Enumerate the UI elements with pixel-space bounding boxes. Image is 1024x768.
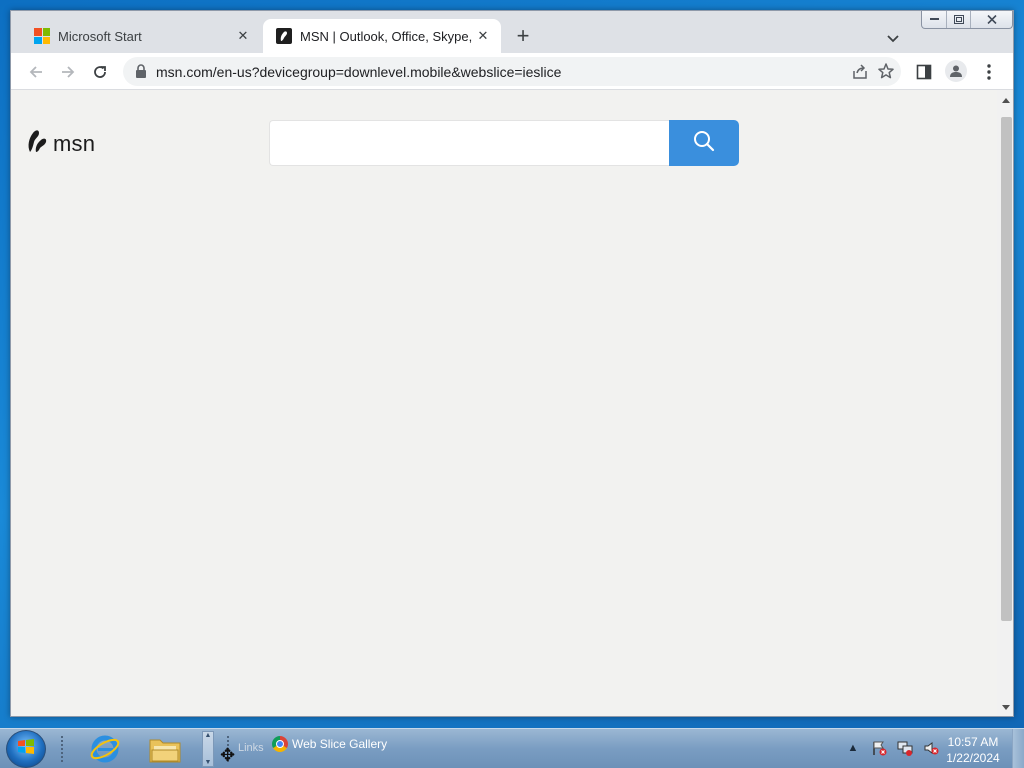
toolbar-scroll-buttons[interactable]: ▲ ▼ [202, 731, 214, 767]
menu-kebab-icon[interactable] [979, 62, 999, 82]
show-hidden-icons-icon[interactable]: ▲ [844, 739, 862, 757]
tab-title: MSN | Outlook, Office, Skype, Bing [300, 28, 475, 44]
taskbar-grip[interactable] [60, 735, 64, 763]
search-icon [693, 130, 715, 157]
close-tab-icon[interactable]: ✕ [475, 28, 491, 44]
clock-date: 1/22/2024 [946, 751, 1000, 765]
taskbar-clock[interactable]: 10:57 AM 1/22/2024 [940, 734, 1006, 766]
back-arrow-icon[interactable] [26, 62, 46, 82]
tab-msn[interactable]: MSN | Outlook, Office, Skype, Bing ✕ [263, 19, 501, 53]
scroll-up-icon[interactable] [1002, 98, 1010, 103]
windows-taskbar: ▲ ▼ ✥ Links Web Slice Gallery ▲ 10:57 AM… [0, 728, 1024, 768]
minimize-button[interactable] [922, 11, 946, 28]
links-toolbar-label[interactable]: Links [238, 742, 264, 754]
restore-button[interactable] [946, 11, 970, 28]
web-slice-label: Web Slice Gallery [292, 737, 388, 751]
msn-favicon-icon [276, 28, 292, 44]
profile-avatar-icon[interactable] [945, 60, 967, 82]
msn-logo[interactable]: msn [27, 128, 95, 159]
chrome-icon [272, 736, 288, 752]
windows-logo-icon [17, 738, 35, 761]
new-tab-button[interactable]: + [511, 25, 535, 49]
close-tab-icon[interactable]: ✕ [235, 28, 251, 44]
microsoft-logo-icon [34, 28, 50, 44]
logo-text: msn [53, 130, 96, 156]
msn-butterfly-icon [27, 128, 49, 159]
tab-search-icon[interactable] [885, 31, 901, 47]
bookmark-star-icon[interactable] [877, 62, 895, 85]
volume-muted-icon[interactable] [922, 739, 940, 757]
show-desktop-button[interactable] [1012, 729, 1024, 768]
system-tray: ▲ [844, 739, 940, 757]
web-slice-gallery-link[interactable]: Web Slice Gallery [272, 736, 387, 752]
move-cursor-icon: ✥ [220, 745, 236, 765]
chevron-down-icon[interactable]: ▼ [205, 759, 212, 766]
url-text[interactable]: msn.com/en-us?devicegroup=downlevel.mobi… [156, 64, 561, 80]
share-icon[interactable] [851, 63, 869, 86]
browser-toolbar: msn.com/en-us?devicegroup=downlevel.mobi… [11, 53, 1013, 90]
close-window-button[interactable] [970, 11, 1012, 28]
file-explorer-icon[interactable] [140, 731, 190, 767]
search-input[interactable] [269, 120, 669, 166]
tab-microsoft-start[interactable]: Microsoft Start ✕ [21, 19, 261, 53]
search-button[interactable] [669, 120, 739, 166]
page-viewport: msn [11, 90, 997, 716]
reload-icon[interactable] [90, 62, 110, 82]
forward-arrow-icon[interactable] [58, 62, 78, 82]
lock-icon[interactable] [135, 64, 147, 83]
network-icon[interactable] [896, 739, 914, 757]
address-bar[interactable]: msn.com/en-us?devicegroup=downlevel.mobi… [123, 57, 901, 86]
internet-explorer-icon[interactable] [80, 731, 130, 767]
browser-window: Microsoft Start ✕ MSN | Outlook, Office,… [10, 10, 1014, 717]
start-button[interactable] [6, 730, 46, 768]
chevron-up-icon[interactable]: ▲ [205, 732, 212, 739]
clock-time: 10:57 AM [947, 735, 999, 749]
tab-title: Microsoft Start [58, 28, 142, 44]
scroll-down-icon[interactable] [1002, 705, 1010, 710]
page-scrollbar[interactable] [997, 90, 1013, 716]
side-panel-icon[interactable] [914, 62, 934, 82]
window-controls [921, 11, 1013, 29]
action-center-flag-icon[interactable] [870, 739, 888, 757]
scrollbar-thumb[interactable] [1001, 117, 1012, 621]
